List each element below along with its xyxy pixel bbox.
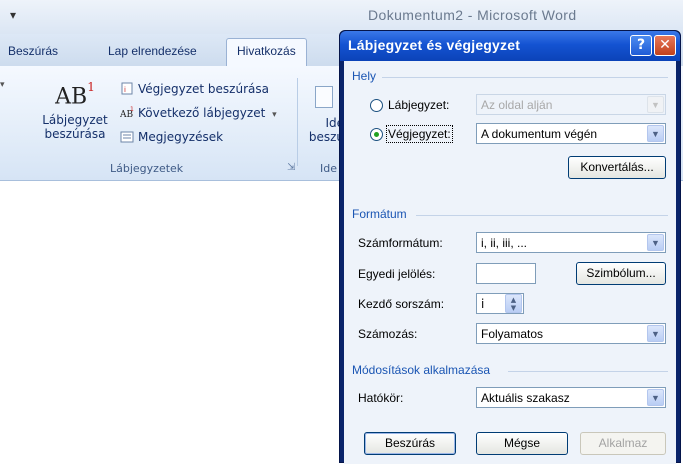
- endnote-label: Végjegyzet:: [386, 125, 453, 143]
- svg-text:i: i: [124, 86, 126, 94]
- cancel-button[interactable]: Mégse: [476, 432, 568, 455]
- next-footnote-button[interactable]: AB 1 Következő lábjegyzet ▾: [120, 106, 277, 120]
- apply-section-title: Módosítások alkalmazása: [352, 363, 491, 377]
- insert-footnote-label: Lábjegyzet beszúrása: [42, 113, 108, 142]
- numbering-select[interactable]: Folyamatos ▼: [476, 323, 666, 344]
- footnotes-group-label: Lábjegyzetek: [110, 162, 184, 175]
- show-notes-icon: [120, 131, 134, 143]
- footnote-label: Lábjegyzet:: [388, 98, 450, 112]
- chevron-down-icon[interactable]: ▼: [647, 125, 664, 142]
- symbol-button[interactable]: Szimbólum...: [576, 262, 666, 285]
- footnote-endnote-dialog: Lábjegyzet és végjegyzet ? ✕ Hely Lábjeg…: [339, 30, 681, 464]
- dialog-title: Lábjegyzet és végjegyzet: [348, 37, 521, 53]
- next-footnote-icon: AB 1: [120, 106, 134, 119]
- tab-references[interactable]: Hivatkozás: [226, 38, 307, 66]
- tab-insert[interactable]: Beszúrás: [8, 44, 58, 58]
- format-section-title: Formátum: [352, 207, 407, 221]
- location-section-title: Hely: [352, 69, 377, 83]
- insert-footnote-button[interactable]: AB1 Lábjegyzet beszúrása: [40, 80, 110, 142]
- footnote-icon: AB1: [55, 80, 95, 110]
- spinner-arrows-icon[interactable]: ▲ ▼: [505, 294, 522, 313]
- start-at-label: Kezdő sorszám:: [358, 297, 445, 311]
- word-title-bar: ▾ Dokumentum2 - Microsoft Word: [0, 0, 683, 34]
- chevron-down-icon[interactable]: ▼: [647, 389, 664, 406]
- quick-access-dropdown-icon[interactable]: ▾: [10, 8, 16, 22]
- footnote-radio[interactable]: [370, 99, 383, 112]
- custom-mark-label: Egyedi jelölés:: [358, 267, 436, 281]
- insert-button[interactable]: Beszúrás: [364, 432, 456, 455]
- group-divider: [297, 78, 298, 166]
- section-divider: [382, 77, 668, 78]
- svg-text:1: 1: [130, 106, 134, 113]
- scope-label: Hatókör:: [358, 391, 404, 405]
- close-icon: ✕: [659, 37, 671, 53]
- dialog-title-bar[interactable]: Lábjegyzet és végjegyzet ? ✕: [340, 31, 680, 61]
- help-icon: ?: [636, 37, 646, 53]
- start-at-stepper[interactable]: i ▲ ▼: [476, 293, 524, 314]
- footnote-location-select[interactable]: Az oldal alján ▼: [476, 94, 666, 115]
- number-format-label: Számformátum:: [358, 236, 443, 250]
- chevron-down-icon[interactable]: ▼: [647, 96, 664, 113]
- section-divider: [416, 215, 668, 216]
- number-format-select[interactable]: i, ii, iii, ... ▼: [476, 232, 666, 253]
- app-title: Dokumentum2 - Microsoft Word: [368, 7, 577, 23]
- chevron-down-icon[interactable]: ▼: [647, 325, 664, 342]
- ribbon-scroll-arrow-icon[interactable]: ▾: [0, 80, 8, 90]
- insert-endnote-button[interactable]: i Végjegyzet beszúrása: [120, 82, 269, 96]
- citation-icon: [315, 86, 333, 108]
- partial-group-label: Ide: [320, 162, 337, 175]
- custom-mark-input[interactable]: [476, 263, 536, 284]
- endnote-location-select[interactable]: A dokumentum végén ▼: [476, 123, 666, 144]
- convert-button[interactable]: Konvertálás...: [568, 156, 666, 179]
- dialog-launcher-icon[interactable]: ⇲: [287, 162, 295, 173]
- apply-button[interactable]: Alkalmaz: [580, 432, 666, 455]
- help-button[interactable]: ?: [630, 35, 652, 56]
- partial-button-label: Ide beszú: [308, 116, 344, 144]
- chevron-down-icon[interactable]: ▼: [647, 234, 664, 251]
- numbering-label: Számozás:: [358, 327, 418, 341]
- show-notes-button[interactable]: Megjegyzések: [120, 130, 223, 144]
- dialog-body: Hely Lábjegyzet: Az oldal alján ▼ Végjeg…: [344, 61, 676, 464]
- chevron-down-icon[interactable]: ▾: [272, 110, 277, 120]
- close-button[interactable]: ✕: [654, 35, 676, 56]
- endnote-radio[interactable]: [370, 128, 383, 141]
- endnote-icon: i: [121, 82, 133, 95]
- tab-page-layout[interactable]: Lap elrendezése: [108, 44, 197, 58]
- scope-select[interactable]: Aktuális szakasz ▼: [476, 387, 666, 408]
- partial-ribbon-button[interactable]: Ide beszú: [304, 86, 344, 144]
- section-divider: [508, 371, 668, 372]
